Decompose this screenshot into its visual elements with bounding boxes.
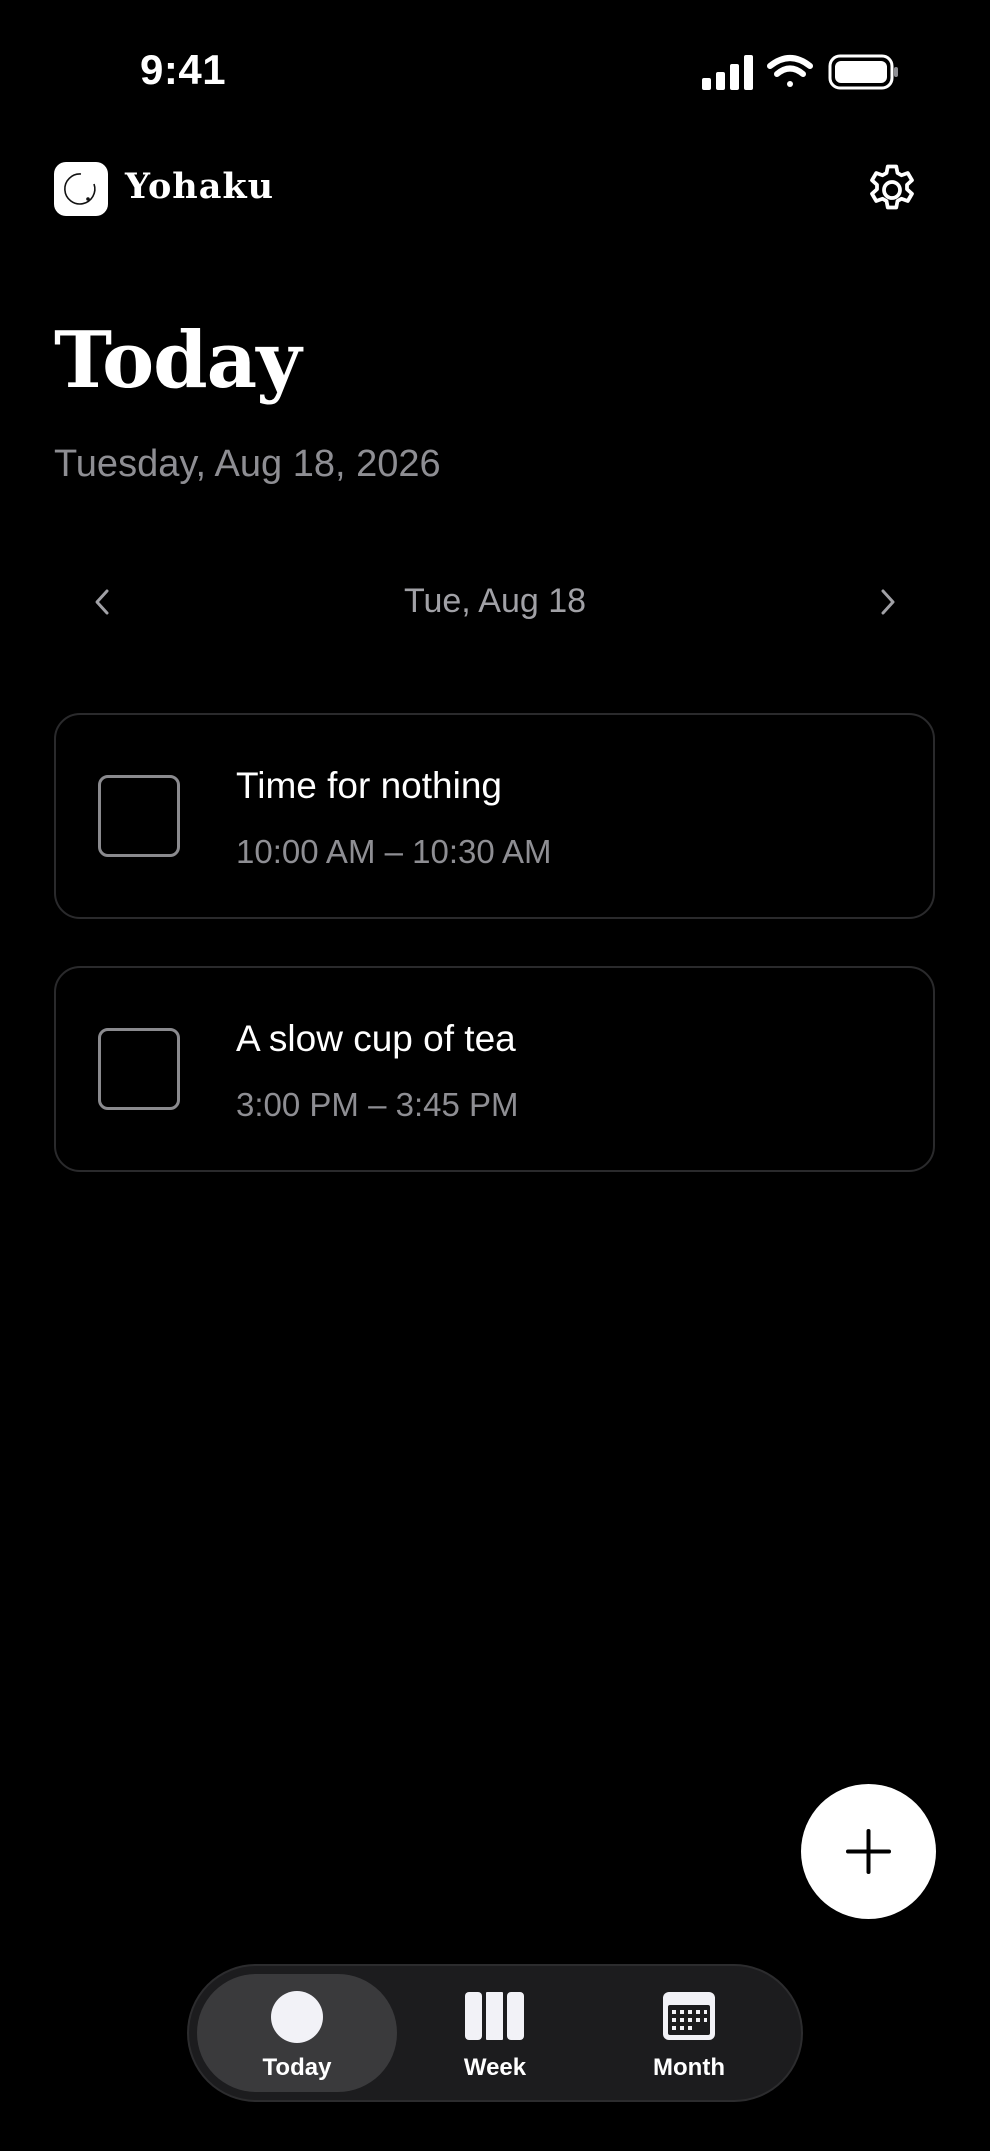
next-day-button[interactable] xyxy=(866,580,910,624)
wifi-icon xyxy=(767,55,813,87)
task-checkbox[interactable] xyxy=(98,1028,180,1110)
app-name: Yohaku xyxy=(125,166,275,207)
cellular-signal-icon xyxy=(702,55,753,90)
tab-today[interactable]: Today xyxy=(197,1974,397,2092)
tab-label: Month xyxy=(653,2054,725,2081)
calendar-grid-icon xyxy=(663,1992,715,2040)
task-time: 10:00 AM – 10:30 AM xyxy=(236,833,552,870)
battery-icon xyxy=(828,54,898,90)
task-checkbox[interactable] xyxy=(98,775,180,857)
task-time: 3:00 PM – 3:45 PM xyxy=(236,1086,519,1123)
week-columns-icon xyxy=(465,1992,524,2040)
chevron-right-icon xyxy=(881,589,895,615)
task-card[interactable]: Time for nothing 10:00 AM – 10:30 AM xyxy=(54,713,935,919)
app-logo xyxy=(54,162,108,216)
gear-icon xyxy=(870,164,914,210)
page-title: Today xyxy=(54,315,302,406)
tab-label: Week xyxy=(463,2054,527,2081)
tab-label: Today xyxy=(262,2054,332,2081)
plus-icon xyxy=(846,1829,891,1874)
current-day-label[interactable]: Tue, Aug 18 xyxy=(250,582,740,621)
task-card[interactable]: A slow cup of tea 3:00 PM – 3:45 PM xyxy=(54,966,935,1172)
settings-button[interactable] xyxy=(862,160,922,220)
tab-month[interactable]: Month xyxy=(589,1974,789,2092)
status-time: 9:41 xyxy=(140,46,227,93)
task-title: A slow cup of tea xyxy=(236,1018,516,1059)
tab-week[interactable]: Week xyxy=(395,1974,595,2092)
previous-day-button[interactable] xyxy=(80,580,124,624)
chevron-left-icon xyxy=(95,589,109,615)
task-title: Time for nothing xyxy=(236,765,502,806)
circle-icon xyxy=(271,1991,323,2043)
status-icons xyxy=(702,54,898,90)
add-task-button[interactable] xyxy=(801,1784,936,1919)
tab-bar: Today Week Month xyxy=(187,1964,803,2102)
yohaku-logo-icon xyxy=(64,173,96,205)
page-date: Tuesday, Aug 18, 2026 xyxy=(54,443,441,485)
